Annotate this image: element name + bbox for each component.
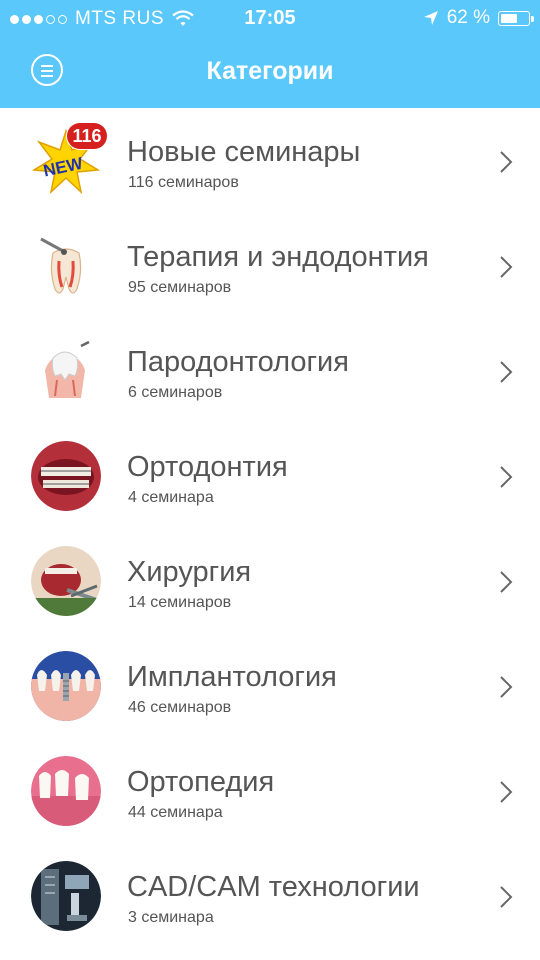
surgery-icon <box>31 546 101 616</box>
category-row-therapy[interactable]: Терапия и эндодонтия 95 семинаров <box>0 213 540 318</box>
category-count: 3 семинара <box>128 909 214 926</box>
tooth-gum-icon <box>45 340 90 398</box>
category-count: 14 семинаров <box>128 594 232 611</box>
status-bar: MTS RUS 17:05 62 % <box>0 0 540 36</box>
chevron-right-icon <box>500 466 513 488</box>
category-title: Хирургия <box>127 556 252 588</box>
category-row-orthodontics[interactable]: Ортодонтия 4 семинара <box>0 423 540 528</box>
chevron-right-icon <box>500 571 513 593</box>
chevron-right-icon <box>500 151 513 173</box>
category-count: 6 семинаров <box>128 384 223 401</box>
category-row-periodontology[interactable]: Пародонтология 6 семинаров <box>0 318 540 423</box>
category-title: Новые семинары <box>127 136 361 168</box>
category-row-implantology[interactable]: Имплантология 46 семинаров <box>0 633 540 738</box>
svg-text:NEW: NEW <box>42 154 86 181</box>
category-title: Терапия и эндодонтия <box>127 241 429 273</box>
header: MTS RUS 17:05 62 % Категории <box>0 0 540 108</box>
category-title: CAD/CAM технологии <box>127 871 420 903</box>
chevron-right-icon <box>500 781 513 803</box>
battery-percent: 62 % <box>446 7 490 28</box>
category-title: Ортодонтия <box>127 451 288 483</box>
new-count-badge: 116 <box>67 123 107 149</box>
category-count: 46 семинаров <box>128 699 232 716</box>
location-arrow-icon <box>423 11 438 25</box>
battery-icon <box>498 10 534 26</box>
cad-cam-icon <box>31 861 101 931</box>
chevron-right-icon <box>500 886 513 908</box>
category-title: Пародонтология <box>127 346 349 378</box>
navigation-bar: Категории <box>0 36 540 108</box>
page-title: Категории <box>206 57 334 85</box>
category-title: Ортопедия <box>127 766 275 798</box>
orthopedics-icon <box>31 756 101 826</box>
category-row-surgery[interactable]: Хирургия 14 семинаров <box>0 528 540 633</box>
category-count: 44 семинара <box>128 804 223 821</box>
category-count: 4 семинара <box>128 489 214 506</box>
category-row-orthopedics[interactable]: Ортопедия 44 семинара <box>0 738 540 843</box>
category-row-cad-cam[interactable]: CAD/CAM технологии 3 семинара <box>0 843 540 948</box>
chevron-right-icon <box>500 256 513 278</box>
chevron-right-icon <box>500 361 513 383</box>
tooth-drill-icon <box>40 237 82 294</box>
chevron-right-icon <box>500 676 513 698</box>
braces-icon <box>31 441 101 511</box>
category-count: 95 семинаров <box>128 279 232 296</box>
implant-icon <box>31 651 101 721</box>
category-list: NEW 116 Новые семинары 116 семинаров Тер… <box>0 108 540 948</box>
category-title: Имплантология <box>127 661 337 693</box>
category-row-new-seminars[interactable]: NEW 116 Новые семинары 116 семинаров <box>0 108 540 213</box>
category-count: 116 семинаров <box>128 174 239 191</box>
